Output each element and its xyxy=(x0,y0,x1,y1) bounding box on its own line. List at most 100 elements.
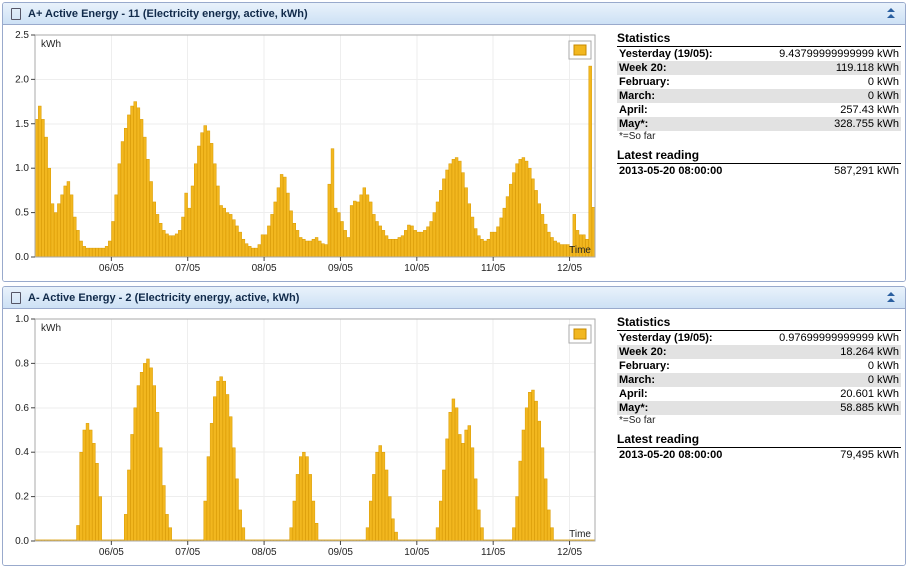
chart-bar xyxy=(99,497,102,541)
chart-bar xyxy=(541,448,544,541)
chart-bar xyxy=(309,474,312,541)
chart-bar xyxy=(554,241,557,257)
chart-bar xyxy=(379,226,382,257)
chart-bar xyxy=(127,115,130,257)
stats-block: StatisticsYesterday (19/05):0.9769999999… xyxy=(611,309,901,565)
y-tick-label: 2.5 xyxy=(15,30,29,41)
panel-title: A- Active Energy - 2 (Electricity energy… xyxy=(28,292,885,304)
chart-bar xyxy=(162,486,165,542)
collapse-icon[interactable] xyxy=(885,7,899,21)
chart-bar xyxy=(159,223,162,257)
x-tick-label: 07/05 xyxy=(175,547,200,558)
chart-bar xyxy=(477,236,480,257)
chart-bar xyxy=(500,218,503,257)
x-tick-label: 09/05 xyxy=(328,547,353,558)
chart-bar xyxy=(232,448,235,541)
chart-bar xyxy=(80,452,83,541)
chart-bar xyxy=(452,159,455,257)
chart-bar xyxy=(201,133,204,257)
x-tick-label: 11/05 xyxy=(481,547,506,558)
chart-bar xyxy=(547,232,550,257)
chart-bar xyxy=(185,193,188,257)
chart-bar xyxy=(436,528,439,541)
chart-bar xyxy=(204,126,207,257)
energy-panel: A- Active Energy - 2 (Electricity energy… xyxy=(2,286,906,566)
chart-bar xyxy=(271,214,274,257)
chart-bar xyxy=(506,197,509,257)
chart-bar xyxy=(172,236,175,257)
panel-header: A- Active Energy - 2 (Electricity energy… xyxy=(3,287,905,309)
chart-bar xyxy=(67,182,70,257)
stats-label: May*: xyxy=(617,401,742,415)
chart-bar xyxy=(293,223,296,257)
chart-bar xyxy=(220,205,223,257)
chart-bar xyxy=(169,236,172,257)
chart-bar xyxy=(302,239,305,257)
chart-bar xyxy=(245,244,248,257)
chart-bar xyxy=(366,528,369,541)
stats-label: February: xyxy=(617,359,742,373)
chart-bar xyxy=(96,248,99,257)
chart-bar xyxy=(118,164,121,257)
chart-bar xyxy=(137,386,140,541)
latest-reading-time: 2013-05-20 08:00:00 xyxy=(617,164,790,178)
stats-value: 18.264 kWh xyxy=(742,345,901,359)
chart-bar xyxy=(420,232,423,257)
chart-bar xyxy=(280,174,283,257)
chart-bar xyxy=(182,217,185,257)
stats-value: 0 kWh xyxy=(742,373,901,387)
chart-bar xyxy=(306,241,309,257)
chart-area: 0.00.51.01.52.02.506/0507/0508/0509/0510… xyxy=(3,25,611,281)
chart-bar xyxy=(363,188,366,257)
chart-bar xyxy=(465,188,468,257)
chart-bar xyxy=(347,237,350,257)
latest-reading-time: 2013-05-20 08:00:00 xyxy=(617,448,796,462)
stats-row: Week 20:18.264 kWh xyxy=(617,345,901,359)
y-tick-label: 0.5 xyxy=(15,208,29,219)
chart-bar xyxy=(48,168,51,257)
chart-bar xyxy=(404,230,407,257)
chart-bar xyxy=(277,188,280,257)
chart-bar xyxy=(490,232,493,257)
chart-bar xyxy=(411,226,414,257)
chart-bar xyxy=(210,423,213,541)
chart-bar xyxy=(366,195,369,257)
chart-bar xyxy=(442,179,445,257)
chart-bar xyxy=(538,204,541,257)
chart-bar xyxy=(124,128,127,257)
chart-bar xyxy=(481,239,484,257)
chart-bar xyxy=(147,359,150,541)
chart-bar xyxy=(162,230,165,257)
chart-bar xyxy=(150,182,153,257)
stats-label: Yesterday (19/05): xyxy=(617,331,742,345)
chart-bar xyxy=(509,184,512,257)
chart-bar xyxy=(274,202,277,257)
stats-value: 0 kWh xyxy=(742,89,901,103)
y-tick-label: 1.0 xyxy=(15,314,29,325)
chart-bar xyxy=(442,470,445,541)
stats-table: Yesterday (19/05):0.97699999999999 kWhWe… xyxy=(617,331,901,415)
chart-bar xyxy=(207,131,210,257)
latest-reading-row: 2013-05-20 08:00:0079,495 kWh xyxy=(617,448,901,462)
x-axis-label: Time xyxy=(569,529,591,540)
chart-bar xyxy=(519,159,522,257)
stats-label: Week 20: xyxy=(617,345,742,359)
x-tick-label: 07/05 xyxy=(175,263,200,274)
chart-bar xyxy=(83,246,86,257)
chart-bar xyxy=(287,193,290,257)
chart-bar xyxy=(64,186,67,257)
latest-reading-title: Latest reading xyxy=(617,148,901,164)
x-tick-label: 12/05 xyxy=(557,547,582,558)
latest-reading-table: 2013-05-20 08:00:0079,495 kWh xyxy=(617,448,901,462)
stats-block: StatisticsYesterday (19/05):9.4379999999… xyxy=(611,25,901,281)
stats-value: 328.755 kWh xyxy=(742,117,901,131)
chart-bar xyxy=(350,205,353,257)
chart-bar xyxy=(538,421,541,541)
chart-bar xyxy=(487,239,490,257)
chart-bar xyxy=(465,430,468,541)
chart-bar xyxy=(252,248,255,257)
chart-bar xyxy=(242,239,245,257)
collapse-icon[interactable] xyxy=(885,291,899,305)
stats-label: March: xyxy=(617,373,742,387)
chart-bar xyxy=(360,195,363,257)
